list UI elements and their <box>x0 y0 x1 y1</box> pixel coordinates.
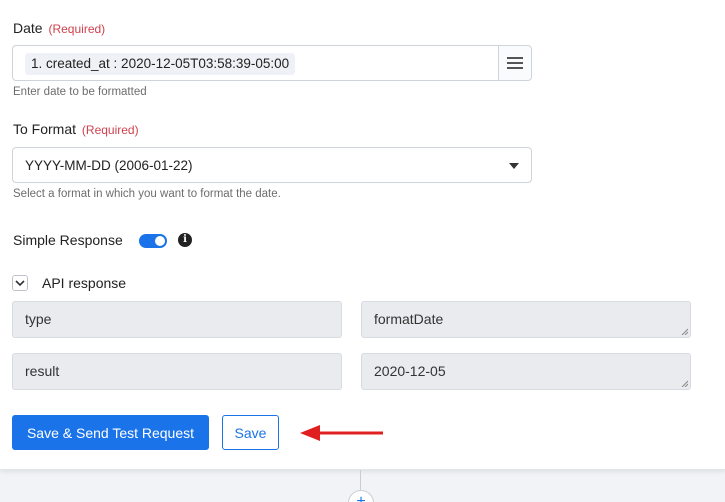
response-value-field[interactable]: 2020-12-05 <box>361 353 691 390</box>
date-input[interactable]: 1. created_at : 2020-12-05T03:58:39-05:0… <box>12 45 499 81</box>
date-required-marker: (Required) <box>48 22 106 36</box>
date-label-text: Date <box>13 20 43 36</box>
date-label: Date (Required) <box>13 20 105 36</box>
toggle-knob <box>155 236 165 246</box>
date-token[interactable]: 1. created_at : 2020-12-05T03:58:39-05:0… <box>25 53 296 75</box>
to-format-label: To Format (Required) <box>13 121 139 137</box>
simple-response-label: Simple Response <box>13 232 123 248</box>
to-format-label-text: To Format <box>13 121 77 137</box>
response-key-field: type <box>12 301 342 338</box>
save-and-send-test-request-button[interactable]: Save & Send Test Request <box>12 415 209 450</box>
action-config-panel: Date (Required) 1. created_at : 2020-12-… <box>0 0 725 470</box>
hamburger-menu-icon <box>507 57 523 69</box>
to-format-selected-value: YYYY-MM-DD (2006-01-22) <box>25 158 193 173</box>
response-value-text: formatDate <box>374 311 444 327</box>
date-insert-data-button[interactable] <box>498 45 532 81</box>
date-hint: Enter date to be formatted <box>13 86 147 98</box>
caret-down-icon <box>509 163 519 169</box>
to-format-required-marker: (Required) <box>81 123 139 137</box>
api-response-label: API response <box>42 275 127 291</box>
info-icon[interactable]: i <box>178 233 192 247</box>
response-value-text: 2020-12-05 <box>374 363 446 379</box>
resize-handle-icon[interactable] <box>681 328 688 335</box>
api-response-collapse-toggle[interactable] <box>12 275 28 291</box>
simple-response-toggle[interactable] <box>139 234 167 248</box>
red-arrow-annotation-icon <box>300 425 383 441</box>
resize-handle-icon[interactable] <box>681 380 688 387</box>
chevron-down-icon <box>15 279 25 286</box>
add-step-plus-icon[interactable]: + <box>348 490 374 502</box>
to-format-hint: Select a format in which you want to for… <box>13 188 281 200</box>
response-value-field[interactable]: formatDate <box>361 301 691 338</box>
response-key-field: result <box>12 353 342 390</box>
save-button[interactable]: Save <box>222 415 279 450</box>
to-format-select[interactable]: YYYY-MM-DD (2006-01-22) <box>12 147 532 183</box>
